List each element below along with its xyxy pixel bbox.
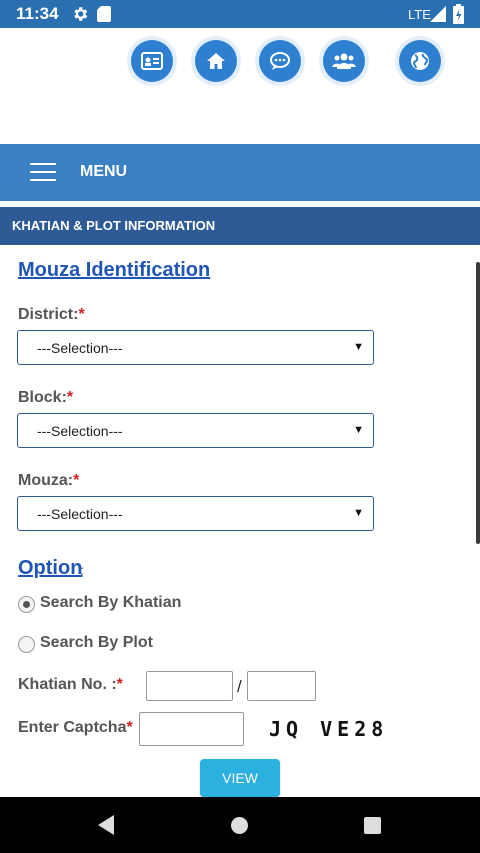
- captcha-input[interactable]: [139, 712, 244, 746]
- status-network: LTE: [408, 7, 431, 22]
- mouza-select[interactable]: ---Selection--- ▼: [17, 496, 374, 531]
- caret-down-icon: ▼: [353, 507, 364, 519]
- people-icon: [332, 53, 356, 69]
- block-selected-value: ---Selection---: [37, 423, 123, 439]
- mouza-identification-heading[interactable]: Mouza Identification: [18, 259, 210, 282]
- district-label: District:*: [18, 306, 85, 323]
- recent-apps-icon[interactable]: [364, 817, 381, 834]
- chat-icon: [270, 52, 290, 70]
- id-card-button[interactable]: [131, 40, 173, 82]
- block-select[interactable]: ---Selection--- ▼: [17, 413, 374, 448]
- caret-down-icon: ▼: [353, 424, 364, 436]
- globe-icon: [411, 52, 429, 70]
- view-button[interactable]: VIEW: [200, 759, 280, 797]
- khatian-no-label: Khatian No. :*: [18, 676, 123, 693]
- sd-card-icon: [97, 6, 111, 22]
- scrollbar[interactable]: [476, 262, 480, 544]
- battery-icon: [453, 4, 464, 24]
- home-icon: [207, 53, 225, 69]
- menu-bar[interactable]: MENU: [0, 144, 480, 201]
- mouza-label: Mouza:*: [18, 472, 80, 489]
- navigation-bar: [0, 797, 480, 853]
- khatian-separator: /: [237, 677, 242, 696]
- radio-button-checked[interactable]: [18, 596, 35, 613]
- section-header: KHATIAN & PLOT INFORMATION: [0, 207, 480, 245]
- district-selected-value: ---Selection---: [37, 340, 123, 356]
- section-title: KHATIAN & PLOT INFORMATION: [12, 218, 216, 233]
- globe-button[interactable]: [399, 40, 441, 82]
- gear-icon: [74, 7, 88, 21]
- home-nav-icon[interactable]: [231, 817, 248, 834]
- status-bar: 11:34 LTE: [0, 0, 480, 28]
- hamburger-menu-icon[interactable]: [30, 163, 56, 181]
- mouza-selected-value: ---Selection---: [37, 506, 123, 522]
- back-icon[interactable]: [96, 814, 116, 836]
- district-select[interactable]: ---Selection--- ▼: [17, 330, 374, 365]
- search-by-plot-label[interactable]: Search By Plot: [40, 634, 153, 652]
- captcha-label: Enter Captcha*: [18, 719, 133, 736]
- search-by-khatian-label[interactable]: Search By Khatian: [40, 594, 181, 612]
- khatian-sub-no-input[interactable]: [247, 671, 316, 701]
- radio-button-unchecked[interactable]: [18, 636, 35, 653]
- chat-button[interactable]: [259, 40, 301, 82]
- id-card-icon: [141, 52, 163, 70]
- khatian-no-input[interactable]: [146, 671, 233, 701]
- option-colon: :: [80, 562, 84, 578]
- people-button[interactable]: [323, 40, 365, 82]
- status-time: 11:34: [16, 4, 59, 23]
- block-label: Block:*: [18, 389, 74, 406]
- option-heading[interactable]: Option: [18, 557, 82, 580]
- home-button[interactable]: [195, 40, 237, 82]
- signal-icon: [430, 6, 446, 22]
- captcha-code: JQ VE28: [269, 717, 389, 741]
- menu-label[interactable]: MENU: [80, 163, 127, 181]
- caret-down-icon: ▼: [353, 341, 364, 353]
- top-icon-row: [0, 28, 480, 144]
